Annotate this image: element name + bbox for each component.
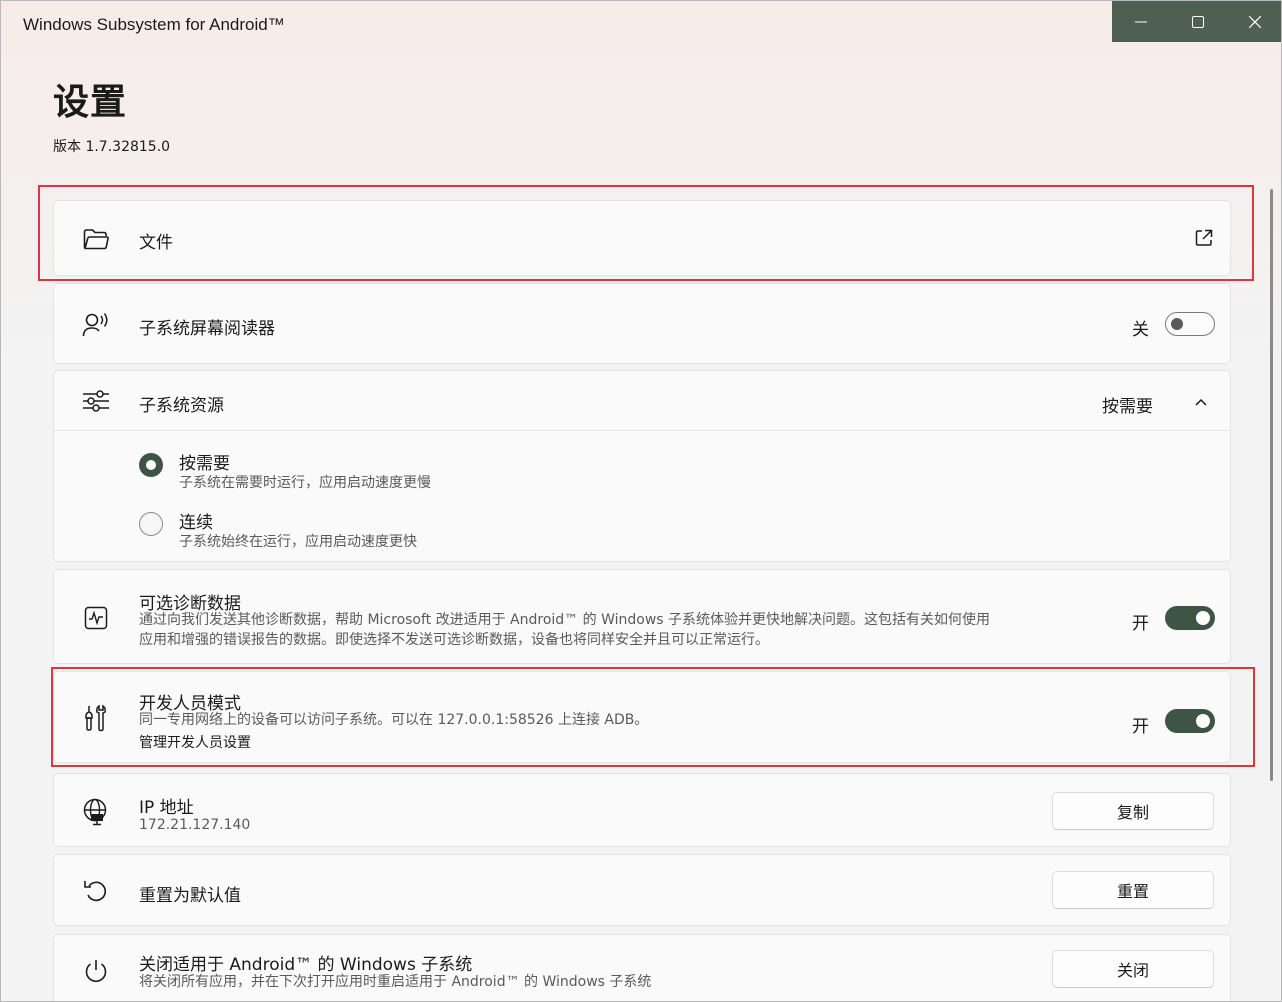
option-on-demand-label: 按需要 — [179, 454, 230, 474]
globe-icon — [82, 798, 110, 826]
resources-selected: 按需要 — [1102, 397, 1153, 417]
app-window: Windows Subsystem for Android™ 设置 版本 1.7… — [0, 0, 1282, 1002]
version-text: 版本 1.7.32815.0 — [53, 139, 171, 155]
close-window-button[interactable] — [1226, 1, 1281, 42]
highlight-box-developer — [51, 667, 1255, 767]
reset-button[interactable]: 重置 — [1052, 871, 1214, 909]
screen-reader-icon — [82, 311, 110, 339]
diagnostics-desc-line2: 应用和增强的错误报告的数据。即使选择不发送可选诊断数据，设备也将同样安全并且可以… — [139, 632, 769, 648]
reset-card: 重置为默认值 重置 — [53, 854, 1231, 926]
shutdown-desc: 将关闭所有应用，并在下次打开应用时重启适用于 Android™ 的 Window… — [139, 974, 652, 990]
diagnostics-toggle[interactable] — [1165, 606, 1215, 630]
window-title: Windows Subsystem for Android™ — [23, 15, 285, 34]
sliders-icon — [82, 387, 110, 415]
chevron-up-icon[interactable] — [1194, 393, 1208, 412]
close-icon — [1248, 15, 1261, 28]
resources-label: 子系统资源 — [139, 396, 224, 416]
maximize-button[interactable] — [1169, 1, 1226, 42]
diagnostics-card: 可选诊断数据 通过向我们发送其他诊断数据，帮助 Microsoft 改进适用于 … — [53, 569, 1231, 664]
screen-reader-label: 子系统屏幕阅读器 — [139, 319, 275, 339]
radio-continuous[interactable] — [139, 512, 163, 536]
resources-header[interactable]: 子系统资源 按需要 — [54, 371, 1232, 430]
reset-label: 重置为默认值 — [139, 886, 241, 906]
diagnostics-desc-line1: 通过向我们发送其他诊断数据，帮助 Microsoft 改进适用于 Android… — [139, 612, 991, 628]
divider — [54, 430, 1230, 431]
ip-card: IP 地址 172.21.127.140 复制 — [53, 773, 1231, 847]
radio-on-demand[interactable] — [139, 453, 163, 477]
page-title: 设置 — [53, 82, 128, 123]
minimize-icon — [1134, 21, 1147, 22]
screen-reader-toggle[interactable] — [1165, 312, 1215, 336]
power-icon — [82, 957, 110, 985]
highlight-box-files — [38, 185, 1254, 281]
shutdown-button[interactable]: 关闭 — [1052, 950, 1214, 988]
minimize-button[interactable] — [1112, 1, 1169, 42]
option-continuous-label: 连续 — [179, 513, 213, 533]
caption-buttons — [1112, 1, 1281, 42]
shutdown-card: 关闭适用于 Android™ 的 Windows 子系统 将关闭所有应用，并在下… — [53, 934, 1231, 1001]
title-bar: Windows Subsystem for Android™ — [1, 1, 1281, 45]
undo-icon — [82, 877, 110, 905]
activity-icon — [82, 604, 110, 632]
maximize-icon — [1191, 15, 1204, 28]
option-on-demand-desc: 子系统在需要时运行，应用启动速度更慢 — [179, 475, 431, 491]
screen-reader-state: 关 — [1132, 320, 1149, 340]
ip-value: 172.21.127.140 — [139, 817, 251, 833]
copy-button[interactable]: 复制 — [1052, 792, 1214, 830]
screen-reader-card: 子系统屏幕阅读器 关 — [53, 283, 1231, 364]
option-continuous-desc: 子系统始终在运行，应用启动速度更快 — [179, 534, 417, 550]
diagnostics-state: 开 — [1132, 614, 1149, 634]
scrollbar[interactable] — [1270, 189, 1273, 781]
